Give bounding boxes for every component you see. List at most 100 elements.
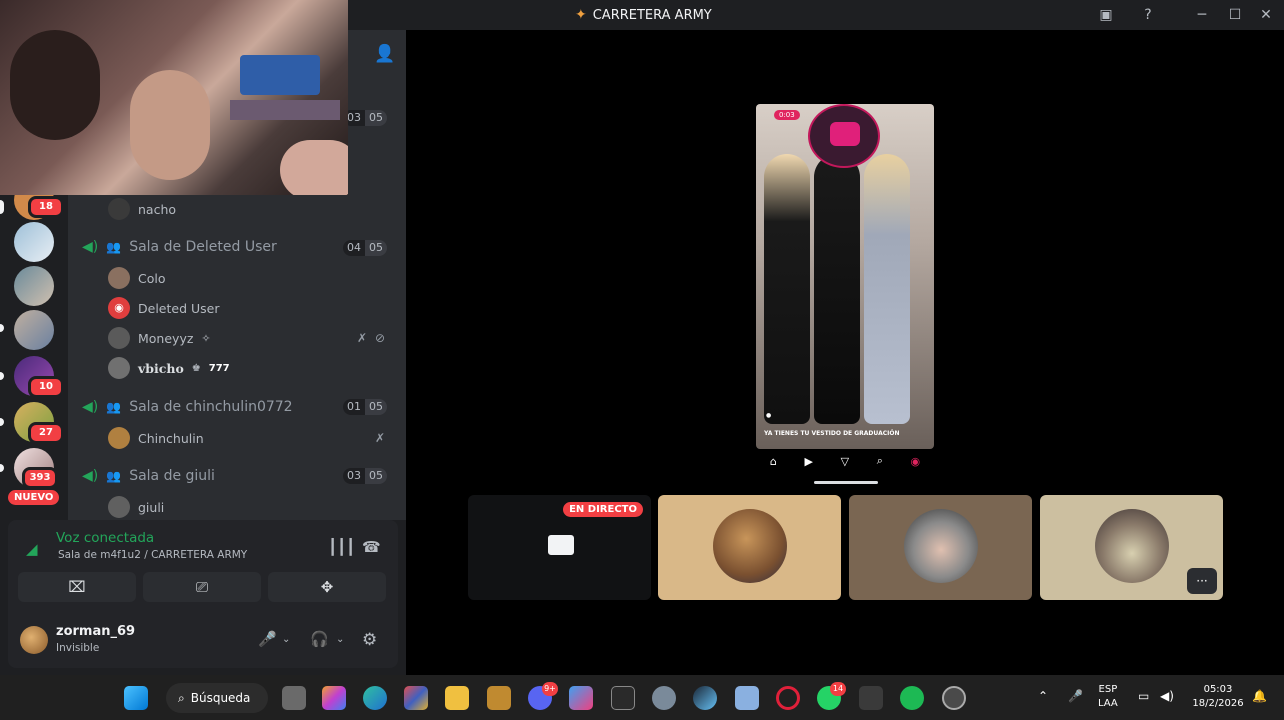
network-icon[interactable]: ▭ — [1138, 689, 1149, 703]
server-icon-3[interactable] — [14, 266, 54, 306]
screen-share-button[interactable]: ⎚ — [143, 572, 261, 602]
voice-channel-deleted-user[interactable]: ◀) 👥 Sala de Deleted User — [82, 236, 277, 258]
chevron-down-icon[interactable]: ⌄ — [336, 634, 344, 645]
selected-indicator — [0, 200, 4, 214]
server-icon-2[interactable] — [14, 222, 54, 262]
user-tile-3[interactable]: ··· — [1040, 495, 1223, 600]
search-icon: ⌕ — [178, 690, 185, 705]
more-options-button[interactable]: ··· — [1187, 568, 1217, 594]
sparkle-icon: ✧ — [201, 331, 211, 345]
camera-toggle-button[interactable]: ⌧ — [18, 572, 136, 602]
window-title: ✦ CARRETERA ARMY — [575, 7, 712, 23]
avatar — [108, 357, 130, 379]
server-badge-7: 393 — [22, 467, 58, 489]
avatar — [904, 509, 978, 583]
voice-user-colo[interactable]: Colo — [108, 267, 166, 289]
stream-user: ● — [766, 412, 772, 419]
speaker-icon: ◀) — [82, 468, 99, 484]
windows-taskbar: ⌕ Búsqueda 9+ 14 ⌃ 🎤 ESP LAA ▭ ◀) 05:03 … — [0, 675, 1284, 720]
stream-caption: YA TIENES TU VESTIDO DE GRADUACIÓN — [764, 430, 900, 437]
inbox-icon[interactable]: ▣ — [1096, 5, 1116, 25]
edge-icon[interactable] — [363, 686, 387, 710]
search-label: Búsqueda — [190, 691, 251, 705]
voice-location[interactable]: Sala de m4f1u2 / CARRETERA ARMY — [58, 549, 247, 561]
avatar — [1095, 509, 1169, 583]
windows-start-icon[interactable] — [124, 686, 148, 710]
webcam-preview[interactable] — [0, 0, 348, 195]
stream-selected-indicator — [814, 481, 878, 484]
chevron-up-icon[interactable]: ⌃ — [1038, 689, 1048, 703]
room-count-current: 03 — [343, 468, 365, 484]
server-icon-4[interactable] — [14, 310, 54, 350]
voice-user-vbicho[interactable]: vbicho ♚ 777 — [108, 357, 230, 379]
avatar[interactable] — [20, 626, 48, 654]
user-name: Deleted User — [138, 300, 220, 316]
voice-channel-giuli[interactable]: ◀) 👥 Sala de giuli — [82, 465, 215, 487]
voice-channel-chinchulin[interactable]: ◀) 👥 Sala de chinchulin0772 — [82, 396, 293, 418]
app-icon[interactable] — [859, 686, 883, 710]
shared-screen-stream[interactable]: 0:03 ● YA TIENES TU VESTIDO DE GRADUACIÓ… — [756, 104, 934, 449]
mic-icon[interactable]: 🎤 — [258, 630, 277, 648]
user-tile-1[interactable] — [658, 495, 841, 600]
connection-signal-icon[interactable]: ◢ — [26, 540, 38, 558]
headphones-icon[interactable]: 🎧 — [310, 630, 329, 648]
language-indicator[interactable]: ESP LAA — [1098, 683, 1118, 711]
unread-indicator — [0, 418, 4, 426]
activities-button[interactable]: ✥ — [268, 572, 386, 602]
cafe-logo — [808, 104, 880, 168]
avatar — [108, 198, 130, 220]
group-icon: 👥 — [106, 400, 122, 414]
whatsapp-badge: 14 — [830, 682, 846, 696]
mic-icon[interactable]: 🎤 — [1068, 689, 1083, 703]
maximize-button[interactable]: ☐ — [1225, 5, 1245, 25]
notifications-icon[interactable]: 🔔 — [1252, 689, 1267, 703]
unread-indicator — [0, 324, 4, 332]
app-icon[interactable] — [735, 686, 759, 710]
avatar — [713, 509, 787, 583]
voice-user-deleted-user[interactable]: ◉ Deleted User — [108, 297, 219, 319]
file-explorer-icon[interactable] — [445, 686, 469, 710]
winrar-icon[interactable] — [404, 686, 428, 710]
voice-user-giuli[interactable]: giuli — [108, 496, 164, 518]
stream-figure — [764, 154, 810, 424]
taskbar-search[interactable]: ⌕ Búsqueda — [166, 683, 268, 713]
app-icon[interactable] — [487, 686, 511, 710]
voice-status[interactable]: Voz conectada — [56, 530, 154, 546]
unread-indicator — [0, 464, 4, 472]
window-title-text: CARRETERA ARMY — [592, 7, 712, 23]
app-icon[interactable] — [942, 686, 966, 710]
settings-icon[interactable] — [652, 686, 676, 710]
add-friend-icon[interactable]: 👤 — [374, 44, 395, 64]
help-icon[interactable]: ? — [1138, 5, 1158, 25]
send-icon: ▽ — [840, 454, 850, 468]
minimize-button[interactable]: ─ — [1192, 5, 1212, 25]
noise-suppression-icon[interactable]: ┃┃┃ — [328, 538, 355, 556]
my-username[interactable]: zorman_69 — [56, 624, 135, 639]
voice-user-chinchulin[interactable]: Chinchulin — [108, 427, 204, 449]
voice-user-moneyyz[interactable]: Moneyyz ✧ — [108, 327, 211, 349]
phone-nav-bar: ⌂ ▶ ▽ ⌕ ◉ — [756, 449, 934, 473]
user-name: Colo — [138, 270, 166, 286]
user-tile-2[interactable] — [849, 495, 1032, 600]
voice-user-nacho[interactable]: nacho — [108, 198, 176, 220]
live-badge: EN DIRECTO — [563, 502, 643, 517]
epic-games-icon[interactable] — [611, 686, 635, 710]
chevron-down-icon[interactable]: ⌄ — [282, 634, 290, 645]
volume-icon[interactable]: ◀) — [1160, 689, 1174, 703]
copilot-icon[interactable] — [322, 686, 346, 710]
home-icon: ⌂ — [769, 454, 777, 468]
language-bottom: LAA — [1098, 698, 1118, 709]
close-button[interactable]: ✕ — [1256, 5, 1276, 25]
task-view-icon[interactable] — [282, 686, 306, 710]
disconnect-icon[interactable]: ☎ — [362, 538, 381, 556]
spotify-icon[interactable] — [900, 686, 924, 710]
store-icon[interactable] — [569, 686, 593, 710]
opera-icon[interactable] — [776, 686, 800, 710]
stream-tile-screen[interactable]: EN DIRECTO — [468, 495, 651, 600]
steam-icon[interactable] — [693, 686, 717, 710]
clock[interactable]: 05:03 18/2/2026 — [1190, 683, 1246, 711]
discord-window: ✦ CARRETERA ARMY ▣ ? ─ ☐ ✕ 18 10 27 393 … — [0, 0, 1284, 675]
stream-stage: 0:03 ● YA TIENES TU VESTIDO DE GRADUACIÓ… — [406, 30, 1284, 675]
room-count-giuli: 03 05 — [343, 468, 387, 484]
gear-icon[interactable]: ⚙ — [362, 630, 377, 650]
